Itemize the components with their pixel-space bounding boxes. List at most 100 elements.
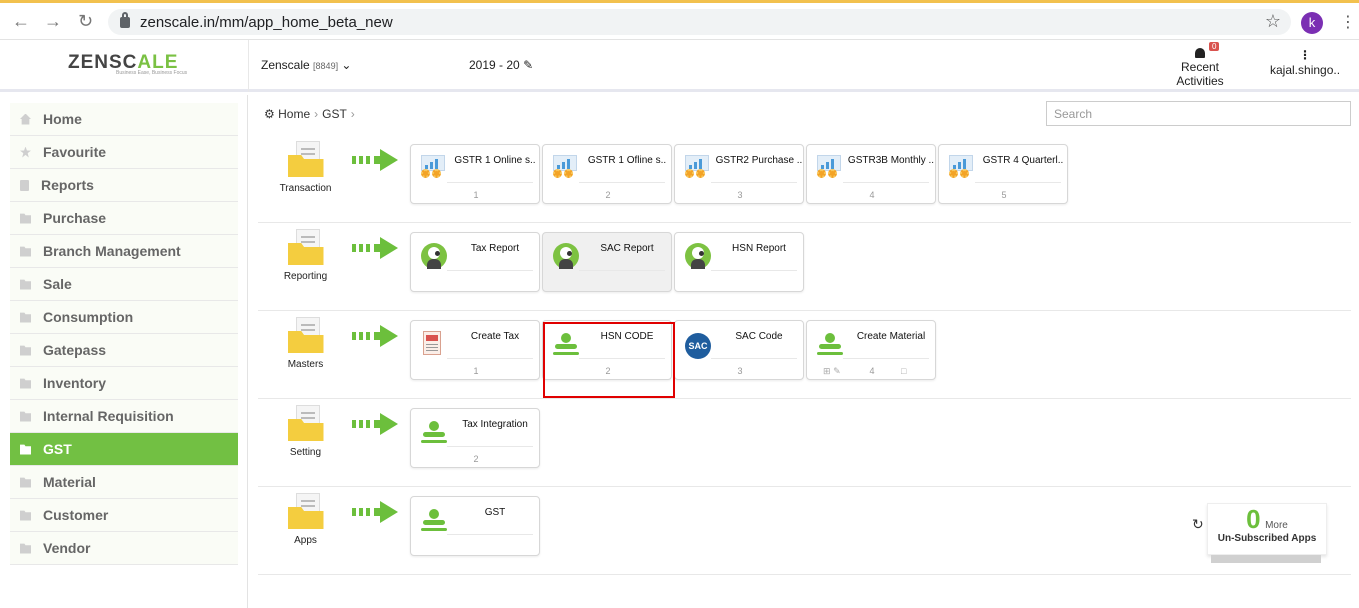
browser-menu-icon[interactable]: ⋮ [1340,12,1356,32]
group-row-reporting: Reporting Tax Report SAC Report HSN Report [258,223,1351,311]
tile-label: Create Tax [470,331,520,342]
tile-action-icons[interactable]: ⊞ ✎ [823,366,841,377]
report-person-icon [553,243,579,269]
browser-chrome: ← → ↻ zenscale.in/mm/app_home_beta_new ☆… [0,0,1359,40]
star-icon [20,146,31,158]
sidebar-item-label: Inventory [43,375,107,391]
lock-icon [120,11,130,28]
app-tile-create-tax[interactable]: Create Tax 1 [410,320,540,380]
group-label: Masters [287,359,324,370]
sidebar-item-label: Material [43,474,96,490]
tile-label: GSTR 4 Quarterl.. [982,155,1064,166]
sidebar-item-vendor[interactable]: Vendor [10,532,238,565]
sidebar-item-label: Sale [43,276,72,292]
financial-year[interactable]: 2019 - 20 ✎ [469,58,533,72]
folder-icon [20,477,31,488]
sidebar-item-gatepass[interactable]: Gatepass [10,334,238,367]
report-person-icon [421,243,447,269]
sidebar-item-internal-requisition[interactable]: Internal Requisition [10,400,238,433]
add-icon[interactable]: ⊞ [823,366,831,376]
folder-icon [287,229,324,265]
user-menu[interactable]: ⋮ kajal.shingo.. [1270,48,1340,77]
app-tile-sac-report[interactable]: SAC Report [542,232,672,292]
sidebar-item-favourite[interactable]: Favourite [10,136,238,169]
app-tile-hsn-report[interactable]: HSN Report [674,232,804,292]
notification-badge: 0 [1209,42,1220,51]
group-folder[interactable]: Reporting [268,229,343,282]
app-tile-gstr2-purchase[interactable]: GSTR2 Purchase .. 3 [674,144,804,204]
sidebar-item-label: Customer [43,507,109,523]
sidebar-item-gst[interactable]: GST [10,433,238,466]
tile-divider [711,182,797,183]
folder-icon [287,317,324,353]
breadcrumb: ⚙ Home › GST › [264,107,355,121]
folder-icon [20,279,31,290]
app-tile-tax-report[interactable]: Tax Report [410,232,540,292]
group-label: Transaction [279,183,332,194]
sidebar-item-purchase[interactable]: Purchase [10,202,238,235]
recent-activities[interactable]: 0 Recent Activities [1157,42,1243,88]
breadcrumb-gst[interactable]: GST [322,107,347,121]
sidebar-item-branch-management[interactable]: Branch Management [10,235,238,268]
app-tile-gstr3b-monthly[interactable]: GSTR3B Monthly .. 4 [806,144,936,204]
app-tile-gstr-1-online-s[interactable]: GSTR 1 Online s.. 1 [410,144,540,204]
hsn-code-highlight [543,322,675,398]
profile-avatar[interactable]: k [1301,12,1323,34]
trash-icon[interactable]: □ [901,366,906,376]
sidebar-item-reports[interactable]: Reports [10,169,238,202]
gst-chart-icon [421,155,447,181]
group-row-masters: Masters Create Tax 1 HSN CODE 2 SAC SAC Code 3 C… [258,311,1351,399]
breadcrumb-home[interactable]: Home [278,107,310,121]
app-tile-create-material[interactable]: Create Material 4 ⊞ ✎ □ [806,320,936,380]
folder-icon [20,345,31,356]
folder-icon [20,246,31,257]
sidebar-item-consumption[interactable]: Consumption [10,301,238,334]
gst-chart-icon [685,155,711,181]
tile-divider [843,358,929,359]
app-tile-gstr-4-quarterl[interactable]: GSTR 4 Quarterl.. 5 [938,144,1068,204]
group-folder[interactable]: Masters [268,317,343,370]
edit-icon[interactable]: ✎ [833,366,841,376]
group-folder[interactable]: Apps [268,493,343,546]
group-folder[interactable]: Transaction [268,141,343,194]
back-icon[interactable]: ← [12,11,30,32]
arrow-right-icon [352,413,398,435]
app-tile-gst[interactable]: GST [410,496,540,556]
tile-divider [711,358,797,359]
sidebar-item-label: Favourite [43,144,107,160]
company-selector[interactable]: Zenscale [8849] ⌄ [261,58,351,72]
arrow-right-icon [352,237,398,259]
tile-label: GST [484,507,506,518]
gst-chart-icon [817,155,843,181]
group-label: Reporting [283,271,328,282]
user-green-icon [421,507,447,533]
refresh-icon[interactable]: ↻ [1192,516,1204,533]
search-input[interactable] [1046,101,1351,126]
bookmark-star-icon[interactable]: ☆ [1265,11,1281,32]
app-tile-sac-code[interactable]: SAC SAC Code 3 [674,320,804,380]
folder-icon [287,405,324,441]
tile-divider [447,446,533,447]
tile-number: 3 [737,366,743,376]
tile-divider [711,270,797,271]
app-tile-tax-integration[interactable]: Tax Integration 2 [410,408,540,468]
sidebar-item-material[interactable]: Material [10,466,238,499]
sidebar-item-sale[interactable]: Sale [10,268,238,301]
sidebar-item-customer[interactable]: Customer [10,499,238,532]
app-tile-gstr-1-ofline-s[interactable]: GSTR 1 Ofline s.. 2 [542,144,672,204]
address-bar[interactable]: zenscale.in/mm/app_home_beta_new ☆ [108,9,1291,35]
reload-icon[interactable]: ↻ [78,11,93,32]
edit-icon[interactable]: ✎ [523,58,533,72]
sidebar-item-label: Home [43,111,82,127]
tile-number: 3 [737,190,743,200]
folder-icon [20,543,31,554]
sidebar-item-inventory[interactable]: Inventory [10,367,238,400]
unsubscribed-apps[interactable]: 0 More Un-Subscribed Apps [1207,503,1327,555]
forward-icon[interactable]: → [44,11,62,32]
tile-label: GSTR3B Monthly .. [847,155,935,166]
user-green-icon [421,419,447,445]
sidebar-item-home[interactable]: Home [10,103,238,136]
group-row-setting: Setting Tax Integration 2 [258,399,1351,487]
group-folder[interactable]: Setting [268,405,343,458]
chevron-down-icon: ⌄ [341,58,352,72]
